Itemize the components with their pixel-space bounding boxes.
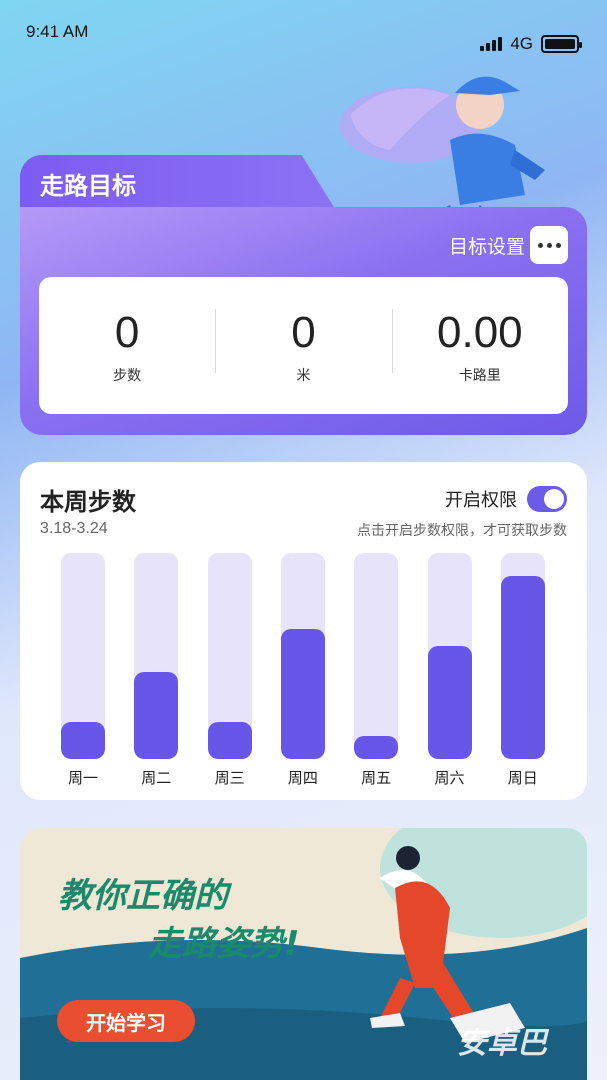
bar-4 (280, 629, 325, 759)
bar-track (500, 553, 545, 759)
banner-headline-line2: 走路姿势! (148, 924, 300, 964)
start-learning-button[interactable]: 开始学习 (57, 1000, 195, 1042)
bar-5 (354, 736, 399, 759)
stat-calories: 0.00 卡路里 (391, 307, 568, 385)
bar-label: 周一 (67, 769, 98, 787)
weekly-steps-title: 本周步数 (40, 488, 136, 516)
bar-3 (207, 721, 252, 759)
date-range: 3.18-3.24 (40, 520, 108, 537)
goal-settings-link[interactable]: 目标设置 (449, 232, 525, 259)
more-dot-icon (537, 242, 543, 248)
bar-label: 周六 (434, 769, 465, 787)
permission-hint: 点击开启步数权限，才可获取步数 (357, 523, 567, 539)
bar-1 (61, 721, 105, 759)
bar-track (207, 553, 252, 759)
bar-6 (427, 645, 472, 759)
goal-stats-panel: 0 步数 0 米 0.00 卡路里 (39, 277, 568, 414)
bar-2 (134, 672, 179, 759)
bar-track (280, 553, 325, 759)
stat-value: 0 (291, 307, 316, 357)
stat-value: 0 (114, 307, 140, 357)
watermark-logo: 安卓巴 (457, 1026, 547, 1061)
bar-track (427, 553, 472, 759)
stat-label: 卡路里 (458, 367, 501, 384)
signal-icon (480, 37, 503, 51)
bar-label: 周二 (141, 769, 172, 787)
stat-label: 米 (296, 367, 311, 384)
goal-title: 走路目标 (40, 172, 136, 200)
bar-label: 周四 (287, 769, 318, 787)
status-time: 9:41 AM (26, 22, 89, 41)
permission-toggle[interactable] (527, 486, 567, 512)
more-dot-icon (546, 242, 552, 248)
bar-7 (500, 575, 545, 759)
more-dot-icon (555, 242, 561, 248)
permission-label: 开启权限 (445, 490, 517, 511)
bar-track (61, 553, 105, 759)
bar-track (134, 553, 179, 759)
weekly-steps-card: 本周步数 3.18-3.24 开启权限 点击开启步数权限，才可获取步数 周一 周二… (20, 462, 587, 800)
battery-icon (541, 35, 582, 53)
bar-label: 周三 (214, 769, 245, 787)
walking-posture-banner[interactable]: 教你正确的 走路姿势! 开始学习 安卓巴 (20, 828, 587, 1080)
network-type: 4G (510, 34, 533, 53)
stat-value: 0.00 (437, 307, 523, 357)
bar-track (354, 553, 399, 759)
bar-label: 周日 (507, 769, 538, 787)
stat-steps: 0 步数 (39, 307, 215, 385)
more-button[interactable] (530, 226, 568, 264)
weekly-bar-chart (61, 553, 546, 759)
stat-distance: 0 米 (215, 307, 391, 385)
stat-label: 步数 (113, 367, 142, 384)
bar-label: 周五 (361, 769, 392, 787)
banner-headline-line1: 教你正确的 (58, 876, 228, 916)
